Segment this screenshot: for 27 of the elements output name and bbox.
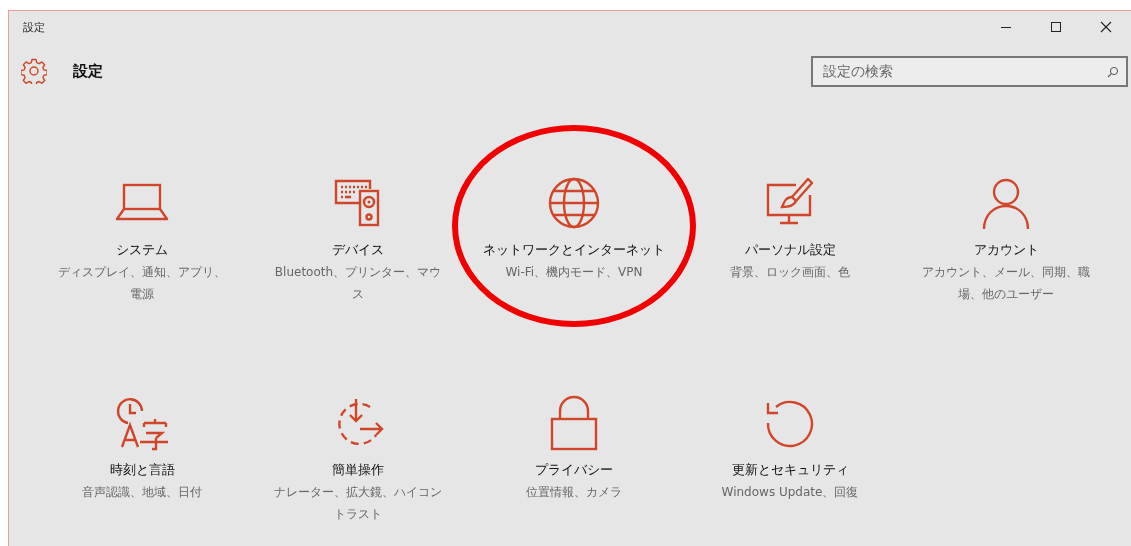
category-title[interactable]: 更新とセキュリティ (731, 459, 849, 481)
category-description: アカウント、メール、同期、職場、他のユーザー (921, 264, 1091, 303)
page-title: 設定 (73, 61, 104, 81)
category-title[interactable]: ネットワークとインターネット (483, 239, 665, 261)
globe-icon (546, 175, 602, 231)
category-description: ナレーター、拡大鏡、ハイコントラスト (273, 484, 443, 523)
category-title[interactable]: アカウント (973, 239, 1039, 261)
category-title[interactable]: プライバシー (535, 459, 613, 481)
category-description: Bluetooth、プリンター、マウス (273, 264, 443, 303)
search-field[interactable]: 設定の検索 (811, 55, 1128, 87)
category-title[interactable]: 時刻と言語 (109, 459, 175, 481)
category-description: 音声認識、地域、日付 (81, 484, 203, 501)
category-description: Windows Update、回復 (720, 484, 860, 501)
window-title: 設定 (23, 19, 46, 35)
maximize-icon (1050, 21, 1062, 33)
category-description: 背景、ロック画面、色 (729, 264, 851, 281)
category-title[interactable]: システム (116, 239, 168, 261)
settings-icon (21, 58, 47, 84)
close-icon (1100, 21, 1112, 33)
category-title[interactable]: デバイス (332, 239, 384, 261)
category-description: 位置情報、カメラ (525, 484, 623, 501)
category-title[interactable]: パーソナル設定 (744, 239, 836, 261)
category-title[interactable]: 簡単操作 (332, 459, 384, 481)
search-icon (1107, 65, 1119, 78)
category-description: Wi-Fi、機内モード、VPN (504, 264, 644, 281)
clock-character-icon (114, 395, 170, 451)
category-description: ディスプレイ、通知、アプリ、電源 (57, 264, 227, 303)
